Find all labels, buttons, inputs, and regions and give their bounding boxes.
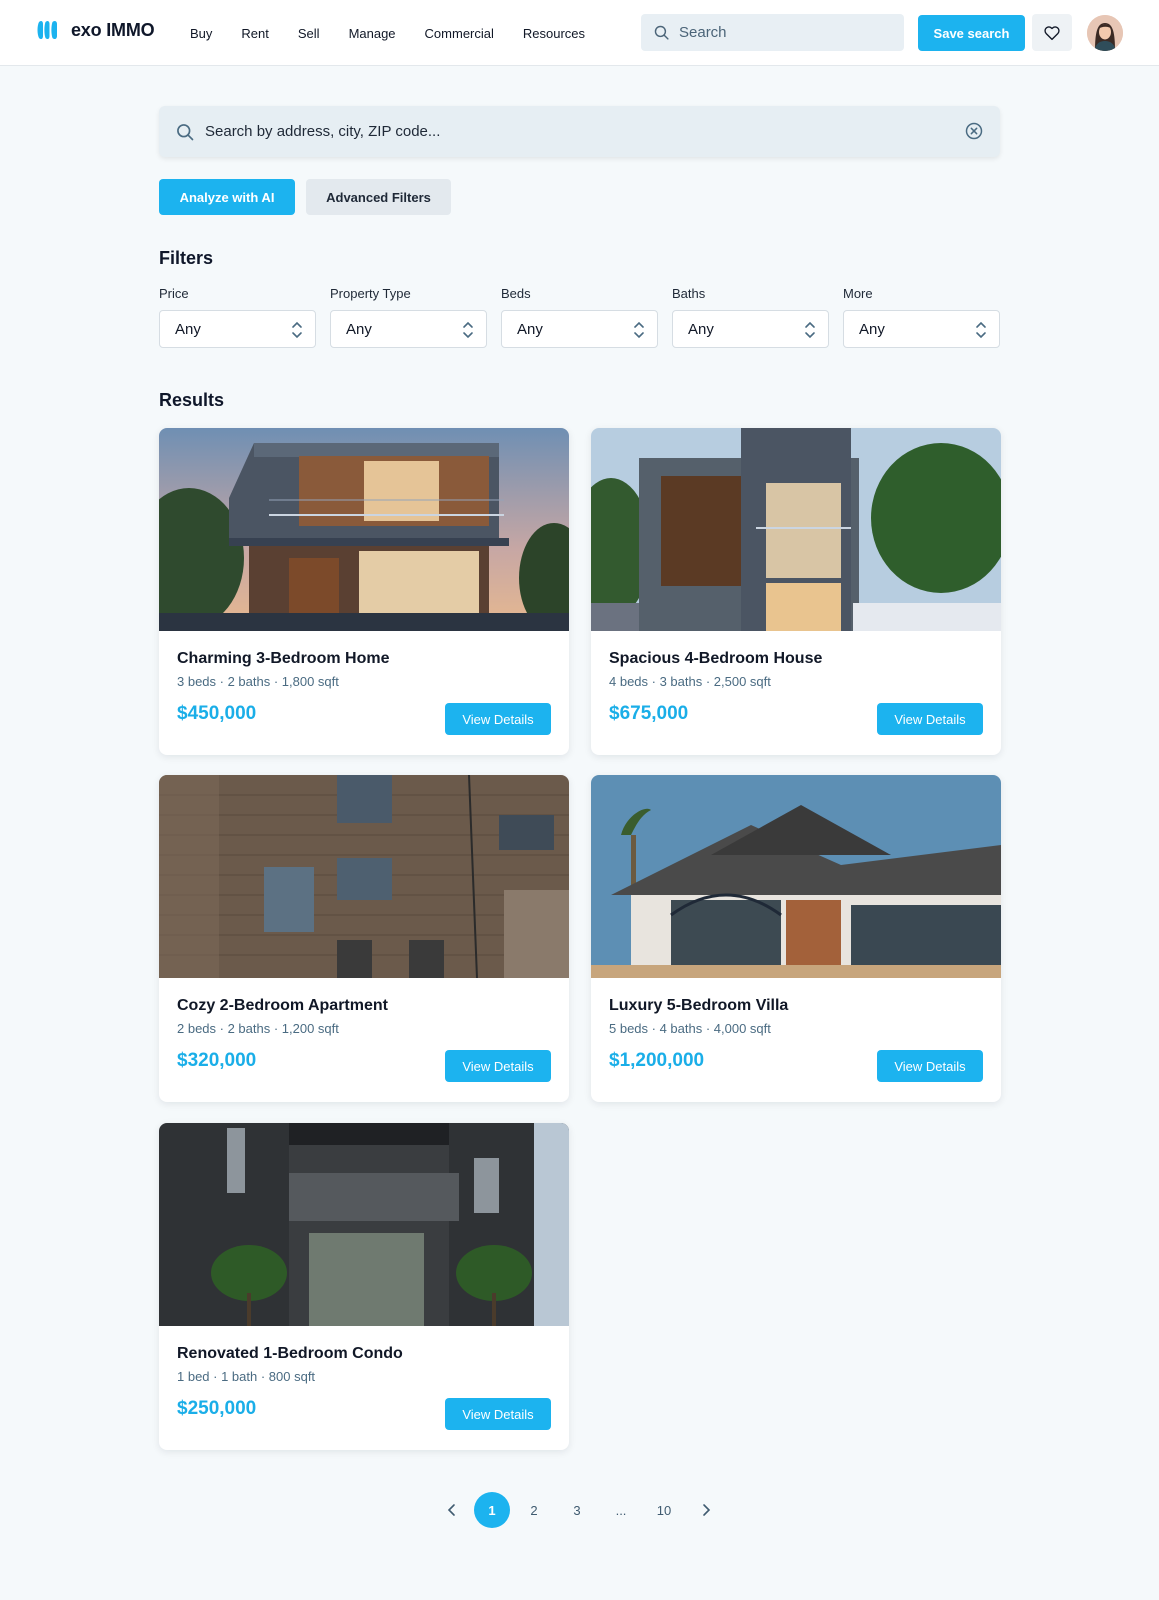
page-10-button[interactable]: 10 [650, 1492, 678, 1528]
apartment-building-image [159, 775, 569, 978]
page-1-button[interactable]: 1 [474, 1492, 510, 1528]
view-details-button[interactable]: View Details [877, 1050, 983, 1082]
villa-image [591, 775, 1001, 978]
listing-price: $450,000 [177, 703, 257, 724]
baths-select[interactable]: Any [672, 310, 829, 348]
listing-card[interactable]: Spacious 4-Bedroom House 4 beds · 3 bath… [591, 428, 1001, 755]
listing-details: 2 beds · 2 baths · 1,200 sqft [177, 1021, 339, 1036]
view-details-button[interactable]: View Details [445, 1398, 551, 1430]
chevron-up-down-icon [292, 321, 302, 339]
page-ellipsis: ... [615, 1502, 627, 1518]
listing-photo[interactable] [591, 775, 1001, 978]
listing-price: $1,200,000 [609, 1050, 705, 1071]
previous-page-button[interactable] [438, 1492, 466, 1528]
price-select[interactable]: Any [159, 310, 316, 348]
listing-photo[interactable] [159, 775, 569, 978]
listing-details: 5 beds · 4 baths · 4,000 sqft [609, 1021, 771, 1036]
view-details-button[interactable]: View Details [445, 1050, 551, 1082]
filter-label: Price [159, 286, 189, 301]
beds-select[interactable]: Any [501, 310, 658, 348]
nav-item-manage[interactable]: Manage [349, 26, 396, 41]
select-value: Any [859, 320, 885, 338]
advanced-filters-button[interactable]: Advanced Filters [306, 179, 451, 215]
listing-details: 1 bed · 1 bath · 800 sqft [177, 1369, 316, 1384]
user-avatar-image [1087, 15, 1123, 51]
filter-more: More Any [843, 286, 1000, 348]
more-select[interactable]: Any [843, 310, 1000, 348]
chevron-up-down-icon [805, 321, 815, 339]
property-type-select[interactable]: Any [330, 310, 487, 348]
brand-name: exo IMMO [71, 19, 155, 40]
page-3-button[interactable]: 3 [563, 1492, 591, 1528]
view-details-button[interactable]: View Details [877, 703, 983, 735]
filter-label: Baths [672, 286, 706, 301]
two-story-house-image [591, 428, 1001, 631]
select-value: Any [688, 320, 714, 338]
nav-item-commercial[interactable]: Commercial [425, 26, 494, 41]
header-search-box [641, 14, 904, 51]
pagination: 1 2 3 ... 10 [438, 1492, 728, 1528]
filters-heading: Filters [159, 248, 214, 268]
save-search-button[interactable]: Save search [918, 15, 1025, 51]
search-icon [177, 123, 194, 140]
listing-title: Spacious 4-Bedroom House [609, 650, 823, 667]
brand-logo[interactable]: exo IMMO [36, 18, 155, 42]
listing-details: 3 beds · 2 baths · 1,800 sqft [177, 674, 339, 689]
avatar[interactable] [1087, 15, 1123, 51]
chevron-right-icon [703, 1504, 711, 1516]
listing-price: $250,000 [177, 1398, 257, 1419]
chevron-left-icon [447, 1504, 455, 1516]
results-heading: Results [159, 390, 225, 410]
condo-building-image [159, 1123, 569, 1326]
listing-photo[interactable] [591, 428, 1001, 631]
chevron-up-down-icon [976, 321, 986, 339]
main-nav: Buy Rent Sell Manage Commercial Resource… [190, 0, 614, 66]
listing-title: Renovated 1-Bedroom Condo [177, 1345, 403, 1362]
chevron-up-down-icon [634, 321, 644, 339]
search-icon [654, 25, 669, 40]
clear-icon[interactable] [964, 121, 984, 141]
heart-icon [1044, 25, 1060, 40]
next-page-button[interactable] [692, 1492, 720, 1528]
listing-card[interactable]: Cozy 2-Bedroom Apartment 2 beds · 2 bath… [159, 775, 569, 1102]
view-details-button[interactable]: View Details [445, 703, 551, 735]
listing-title: Cozy 2-Bedroom Apartment [177, 997, 388, 1014]
page-2-button[interactable]: 2 [520, 1492, 548, 1528]
select-value: Any [346, 320, 372, 338]
listing-price: $675,000 [609, 703, 689, 724]
listing-title: Charming 3-Bedroom Home [177, 650, 390, 667]
filter-label: Property Type [330, 286, 411, 301]
filters-row: Price Any Property Type Any Beds Any Bat… [159, 286, 1001, 348]
listing-title: Luxury 5-Bedroom Villa [609, 997, 789, 1014]
nav-item-buy[interactable]: Buy [190, 26, 212, 41]
filter-label: More [843, 286, 873, 301]
header-search-input[interactable] [679, 24, 879, 41]
listing-photo[interactable] [159, 1123, 569, 1326]
listing-card[interactable]: Charming 3-Bedroom Home 3 beds · 2 baths… [159, 428, 569, 755]
filter-beds: Beds Any [501, 286, 658, 348]
filter-baths: Baths Any [672, 286, 829, 348]
nav-item-sell[interactable]: Sell [298, 26, 320, 41]
filter-price: Price Any [159, 286, 316, 348]
top-header: exo IMMO Buy Rent Sell Manage Commercial… [0, 0, 1159, 66]
filter-property-type: Property Type Any [330, 286, 487, 348]
analyze-with-ai-button[interactable]: Analyze with AI [159, 179, 295, 215]
chevron-up-down-icon [463, 321, 473, 339]
listing-details: 4 beds · 3 baths · 2,500 sqft [609, 674, 771, 689]
listing-price: $320,000 [177, 1050, 257, 1071]
favorites-button[interactable] [1032, 14, 1072, 51]
listing-card[interactable]: Luxury 5-Bedroom Villa 5 beds · 4 baths … [591, 775, 1001, 1102]
address-search-input[interactable] [205, 123, 925, 140]
modern-house-image [159, 428, 569, 631]
nav-item-rent[interactable]: Rent [241, 26, 268, 41]
logo-icon [37, 20, 57, 40]
select-value: Any [517, 320, 543, 338]
listing-card[interactable]: Renovated 1-Bedroom Condo 1 bed · 1 bath… [159, 1123, 569, 1450]
select-value: Any [175, 320, 201, 338]
filter-label: Beds [501, 286, 531, 301]
nav-item-resources[interactable]: Resources [523, 26, 585, 41]
main-search-box [159, 106, 1000, 157]
listing-photo[interactable] [159, 428, 569, 631]
